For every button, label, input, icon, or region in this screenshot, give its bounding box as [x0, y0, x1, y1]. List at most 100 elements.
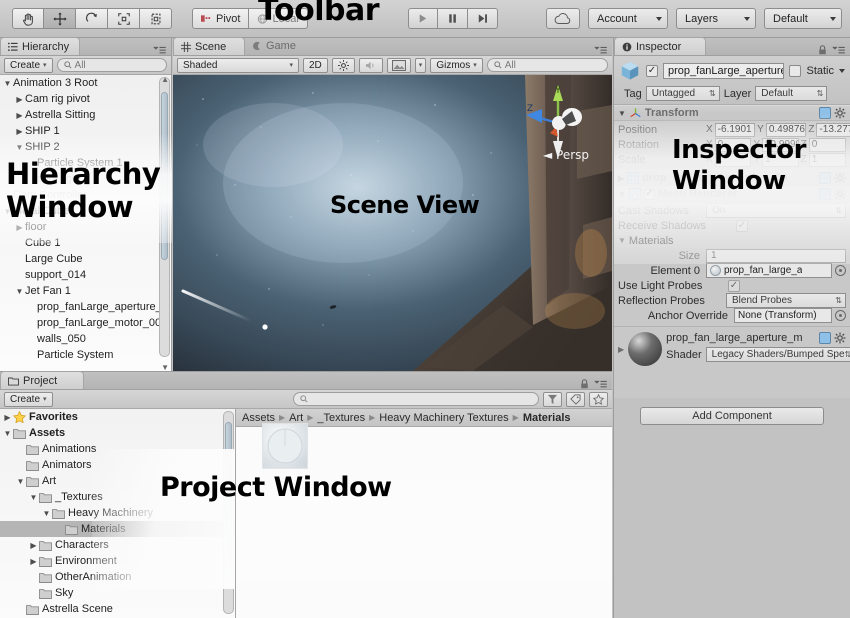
filter-by-type-button[interactable]: [543, 392, 562, 407]
materials-foldout-icon[interactable]: ▼: [618, 236, 626, 245]
hierarchy-foldout-icon[interactable]: ▶: [14, 95, 25, 104]
play-button[interactable]: [408, 8, 438, 29]
project-folder-heavy-machinery[interactable]: ▼Heavy Machinery: [0, 505, 235, 521]
hierarchy-foldout-icon[interactable]: ▼: [14, 287, 25, 296]
hierarchy-item-jet-fan-1[interactable]: ▼Jet Fan 1: [0, 283, 171, 299]
tab-inspector[interactable]: Inspector: [614, 37, 706, 55]
hierarchy-item-particle-system[interactable]: Particle System: [0, 347, 171, 363]
mesh-filter-foldout-icon[interactable]: ▶: [618, 174, 624, 183]
element0-picker-icon[interactable]: [835, 265, 846, 276]
rotation-y-input[interactable]: 89.9999: [762, 138, 799, 152]
gameobject-enabled-checkbox[interactable]: [646, 65, 658, 77]
project-foldout-icon[interactable]: ▶: [28, 541, 39, 550]
favorites-foldout-icon[interactable]: ▶: [2, 413, 13, 422]
tag-dropdown[interactable]: Untagged ⇅: [646, 86, 720, 101]
materials-size-input[interactable]: 1: [706, 249, 846, 263]
hierarchy-item-cam-controller[interactable]: Cam Controller: [0, 187, 171, 203]
hierarchy-item-cam-rig-pivot[interactable]: ▶Cam rig pivot: [0, 91, 171, 107]
effects-dropdown[interactable]: ▾: [415, 58, 427, 73]
step-button[interactable]: [468, 8, 498, 29]
scroll-up-icon[interactable]: ▲: [161, 75, 169, 84]
project-tab-controls[interactable]: [580, 379, 612, 389]
favorites-row[interactable]: ▶ Favorites: [0, 409, 235, 425]
hierarchy-item-large-cube[interactable]: Large Cube: [0, 251, 171, 267]
hierarchy-foldout-icon[interactable]: ▼: [14, 143, 25, 152]
mesh-renderer-foldout-icon[interactable]: ▼: [618, 190, 626, 199]
tab-game[interactable]: Game: [245, 37, 306, 55]
local-toggle-button[interactable]: Local: [249, 8, 307, 29]
hierarchy-create-button[interactable]: Create ▾: [4, 58, 53, 73]
breadcrumb-art[interactable]: Art: [289, 412, 303, 424]
hierarchy-search-input[interactable]: All: [57, 58, 167, 72]
anchor-override-object-field[interactable]: None (Transform): [734, 308, 832, 323]
add-component-button[interactable]: Add Component: [640, 407, 824, 425]
hierarchy-foldout-icon[interactable]: ▶: [14, 127, 25, 136]
project-foldout-icon[interactable]: ▼: [41, 509, 52, 518]
hand-tool-button[interactable]: [12, 8, 44, 29]
hierarchy-foldout-icon[interactable]: ▼: [2, 207, 13, 216]
help-icon[interactable]: [819, 332, 831, 344]
scale-tool-button[interactable]: [108, 8, 140, 29]
hierarchy-tree[interactable]: ▲ ▼ ▼Animation 3 Root▶Cam rig pivot▶Astr…: [0, 75, 171, 371]
hierarchy-scrollbar[interactable]: [159, 77, 170, 357]
hierarchy-item-metal-cubes[interactable]: ▼Metal Cubes: [0, 203, 171, 219]
project-folder-otheranimation[interactable]: OtherAnimation: [0, 569, 235, 585]
project-folder-animators[interactable]: Animators: [0, 457, 235, 473]
scale-x-input[interactable]: 1: [715, 153, 752, 167]
project-folder-tree[interactable]: ▶ Favorites ▼AssetsAnimationsAnimators▼A…: [0, 409, 236, 618]
layers-dropdown[interactable]: Layers: [676, 8, 756, 29]
project-folder-animations[interactable]: Animations: [0, 441, 235, 457]
breadcrumb-textures[interactable]: _Textures: [317, 412, 365, 424]
help-icon[interactable]: [819, 107, 831, 119]
project-tree-scroll-thumb[interactable]: [225, 422, 232, 582]
breadcrumb-assets[interactable]: Assets: [242, 412, 275, 424]
hierarchy-item-ship-2[interactable]: ▼SHIP 2: [0, 139, 171, 155]
tab-project[interactable]: Project: [0, 371, 84, 389]
use-light-probes-checkbox[interactable]: [728, 280, 740, 292]
breadcrumb-heavy-machinery-textures[interactable]: Heavy Machinery Textures: [379, 412, 508, 424]
gizmos-dropdown[interactable]: Gizmos ▾: [430, 58, 482, 73]
help-icon[interactable]: [819, 188, 831, 200]
element0-object-field[interactable]: prop_fan_large_a: [706, 263, 832, 278]
project-folder-characters[interactable]: ▶Characters: [0, 537, 235, 553]
gear-icon[interactable]: [834, 107, 846, 119]
scroll-down-icon[interactable]: ▼: [161, 363, 169, 371]
project-foldout-icon[interactable]: ▶: [28, 557, 39, 566]
hierarchy-item-cube-1[interactable]: Cube 1: [0, 235, 171, 251]
project-folder-environment[interactable]: ▶Environment: [0, 553, 235, 569]
hierarchy-item-animation-3-root[interactable]: ▼Animation 3 Root: [0, 75, 171, 91]
hierarchy-tab-menu[interactable]: [153, 46, 171, 55]
rotation-z-input[interactable]: 0: [809, 138, 846, 152]
effects-toggle-button[interactable]: [387, 58, 411, 73]
gear-icon[interactable]: [834, 188, 846, 200]
project-folder-materials[interactable]: Materials: [0, 521, 235, 537]
gameobject-name-input[interactable]: prop_fanLarge_aperture_: [663, 63, 784, 79]
project-content-pane[interactable]: Assets ▶ Art ▶ _Textures ▶ Heavy Machine…: [236, 409, 612, 618]
mesh-renderer-enabled-checkbox[interactable]: [644, 189, 655, 200]
shading-mode-dropdown[interactable]: Shaded ▾: [177, 58, 299, 73]
hierarchy-foldout-icon[interactable]: ▶: [14, 111, 25, 120]
project-folder-sky[interactable]: Sky: [0, 585, 235, 601]
hierarchy-item-ship-1[interactable]: ▶SHIP 1: [0, 123, 171, 139]
project-foldout-icon[interactable]: ▼: [2, 429, 13, 438]
position-y-input[interactable]: 0.49876: [766, 123, 806, 137]
hierarchy-foldout-icon[interactable]: ▼: [2, 79, 13, 88]
project-create-button[interactable]: Create ▾: [4, 392, 53, 407]
shader-dropdown[interactable]: Legacy Shaders/Bumped Spe ⇅: [706, 347, 850, 362]
cloud-button[interactable]: [546, 8, 580, 29]
project-foldout-icon[interactable]: ▼: [15, 477, 26, 486]
project-search-input[interactable]: [293, 392, 539, 406]
move-tool-button[interactable]: [44, 8, 76, 29]
anchor-override-picker-icon[interactable]: [835, 310, 846, 321]
scene-viewport[interactable]: Y Z ◄ Persp: [173, 75, 612, 371]
scene-orientation-gizmo[interactable]: Y Z ◄ Persp: [510, 79, 606, 175]
hierarchy-item-prop-fanlarge-motor-00[interactable]: prop_fanLarge_motor_00: [0, 315, 171, 331]
rect-tool-button[interactable]: [140, 8, 172, 29]
reflection-probes-dropdown[interactable]: Blend Probes ⇅: [726, 293, 846, 308]
materials-foldout-row[interactable]: ▼ Materials: [618, 233, 846, 248]
project-tree-scrollbar[interactable]: [223, 411, 234, 614]
static-dropdown-icon[interactable]: [839, 69, 845, 73]
hierarchy-item-spot-light[interactable]: spot light: [0, 171, 171, 187]
material-foldout-icon[interactable]: ▶: [618, 345, 624, 354]
transform-foldout-icon[interactable]: ▼: [618, 109, 626, 118]
